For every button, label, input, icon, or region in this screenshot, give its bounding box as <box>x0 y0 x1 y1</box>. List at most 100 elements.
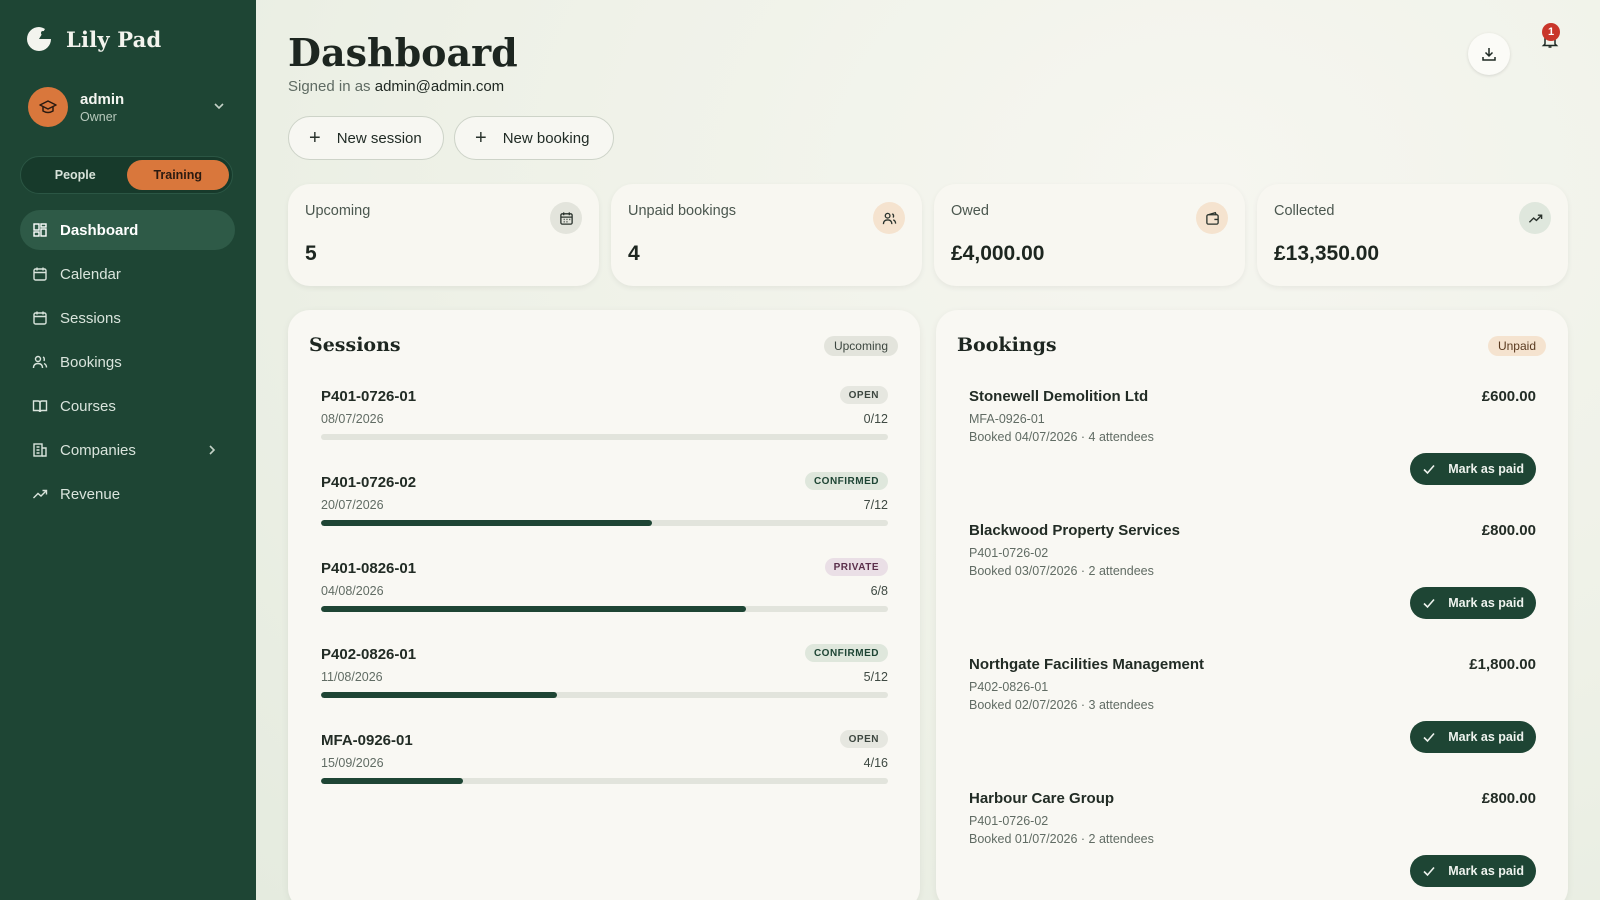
stat-value: 5 <box>305 242 317 265</box>
stat-value: 4 <box>628 242 640 265</box>
booking-session: MFA-0926-01 <box>969 412 1045 426</box>
booking-meta: Booked 03/07/2026 · 2 attendees <box>969 564 1154 578</box>
new-session-button[interactable]: + New session <box>288 116 444 160</box>
signed-in-prefix: Signed in as <box>288 78 371 95</box>
mark-as-paid-button[interactable]: Mark as paid <box>1410 587 1536 619</box>
session-code: P401-0826-01 <box>321 560 417 577</box>
stat-value: £4,000.00 <box>951 242 1045 265</box>
booking-row: Blackwood Property Services P401-0726-02… <box>969 522 1536 642</box>
capacity-bar <box>321 520 888 526</box>
user-menu[interactable]: admin Owner <box>28 86 228 128</box>
stat-label: Upcoming <box>305 203 371 219</box>
session-count: 4/16 <box>863 756 888 770</box>
brand[interactable]: Lily Pad <box>26 26 161 52</box>
notification-badge: 1 <box>1542 23 1560 41</box>
dashboard-icon <box>33 223 47 237</box>
mark-as-paid-button[interactable]: Mark as paid <box>1410 721 1536 753</box>
session-count: 0/12 <box>863 412 888 426</box>
capacity-fill <box>321 778 463 784</box>
booking-company[interactable]: Harbour Care Group <box>969 790 1114 807</box>
session-row[interactable]: P402-0826-01 11/08/2026 CONFIRMED 5/12 <box>321 644 888 726</box>
mark-as-paid-button[interactable]: Mark as paid <box>1410 855 1536 887</box>
booking-company[interactable]: Blackwood Property Services <box>969 522 1180 539</box>
bookings-filter-tag[interactable]: Unpaid <box>1487 336 1546 356</box>
download-button[interactable] <box>1468 33 1510 75</box>
nav-item-calendar[interactable]: Calendar <box>20 254 235 294</box>
status-badge: PRIVATE <box>824 558 888 576</box>
status-badge: OPEN <box>839 730 888 748</box>
check-icon <box>1423 866 1435 877</box>
plus-icon: + <box>309 127 321 149</box>
page-title: Dashboard <box>288 30 518 75</box>
user-role: Owner <box>80 109 117 124</box>
session-row[interactable]: MFA-0926-01 15/09/2026 OPEN 4/16 <box>321 730 888 812</box>
toggle-training[interactable]: Training <box>126 160 229 190</box>
stat-label: Owed <box>951 203 989 219</box>
booking-company[interactable]: Northgate Facilities Management <box>969 656 1204 673</box>
stat-card-unpaid-bookings: Unpaid bookings 4 <box>611 184 922 286</box>
sessions-filter-tag[interactable]: Upcoming <box>823 336 898 356</box>
chevron-down-icon[interactable] <box>210 97 228 115</box>
booking-amount: £1,800.00 <box>1469 656 1536 673</box>
session-count: 6/8 <box>870 584 888 598</box>
session-row[interactable]: P401-0726-01 08/07/2026 OPEN 0/12 <box>321 386 888 468</box>
graduation-cap-icon <box>39 100 57 114</box>
session-date: 20/07/2026 <box>321 498 384 512</box>
mark-as-paid-label: Mark as paid <box>1448 864 1524 878</box>
check-icon <box>1423 598 1435 609</box>
nav-label: Revenue <box>60 485 121 503</box>
booking-amount: £800.00 <box>1481 522 1536 539</box>
nav-item-bookings[interactable]: Bookings <box>20 342 235 382</box>
mark-as-paid-label: Mark as paid <box>1448 462 1524 476</box>
nav-label: Companies <box>60 441 136 459</box>
building-icon <box>33 443 47 457</box>
nav-item-dashboard[interactable]: Dashboard <box>20 210 235 250</box>
status-badge: OPEN <box>839 386 888 404</box>
book-icon <box>32 400 48 413</box>
new-session-label: New session <box>336 129 422 147</box>
sidebar: Lily Pad admin Owner People Training Das… <box>0 0 256 900</box>
status-badge: CONFIRMED <box>804 472 888 490</box>
booking-meta: Booked 04/07/2026 · 4 attendees <box>969 430 1154 444</box>
calendar-icon <box>550 202 582 234</box>
toggle-people[interactable]: People <box>24 160 127 190</box>
session-code: P402-0826-01 <box>321 646 417 663</box>
capacity-bar <box>321 692 888 698</box>
lily-pad-logo-icon <box>27 27 51 51</box>
booking-amount: £800.00 <box>1481 790 1536 807</box>
nav-item-courses[interactable]: Courses <box>20 386 235 426</box>
plus-icon: + <box>475 127 487 149</box>
booking-company[interactable]: Stonewell Demolition Ltd <box>969 388 1148 405</box>
nav-item-sessions[interactable]: Sessions <box>20 298 235 338</box>
capacity-bar <box>321 606 888 612</box>
stat-label: Unpaid bookings <box>628 203 737 219</box>
stat-value: £13,350.00 <box>1274 242 1380 265</box>
sessions-panel: Sessions Upcoming P401-0726-01 08/07/202… <box>288 310 920 900</box>
check-icon <box>1423 464 1435 475</box>
nav-label: Dashboard <box>60 221 139 239</box>
session-row[interactable]: P401-0726-02 20/07/2026 CONFIRMED 7/12 <box>321 472 888 554</box>
wallet-icon <box>1196 202 1228 234</box>
capacity-bar <box>321 434 888 440</box>
session-row[interactable]: P401-0826-01 04/08/2026 PRIVATE 6/8 <box>321 558 888 640</box>
stat-card-upcoming: Upcoming 5 <box>288 184 599 286</box>
nav-label: Calendar <box>60 265 121 283</box>
calendar-icon <box>33 267 47 281</box>
stat-label: Collected <box>1274 203 1335 219</box>
chevron-right-icon[interactable] <box>205 443 219 457</box>
new-booking-button[interactable]: + New booking <box>454 116 614 160</box>
nav-item-companies[interactable]: Companies <box>20 430 235 470</box>
main-nav: Dashboard Calendar Sessions Bookings Cou… <box>20 210 235 518</box>
new-booking-label: New booking <box>502 129 590 147</box>
stat-card-collected: Collected £13,350.00 <box>1257 184 1568 286</box>
capacity-bar <box>321 778 888 784</box>
trending-up-icon <box>1519 202 1551 234</box>
user-name: admin <box>80 90 125 108</box>
session-code: P401-0726-02 <box>321 474 417 491</box>
stat-card-owed: Owed £4,000.00 <box>934 184 1245 286</box>
mark-as-paid-button[interactable]: Mark as paid <box>1410 453 1536 485</box>
trending-up-icon <box>33 489 48 499</box>
session-count: 5/12 <box>863 670 888 684</box>
nav-item-revenue[interactable]: Revenue <box>20 474 235 514</box>
check-icon <box>1423 732 1435 743</box>
